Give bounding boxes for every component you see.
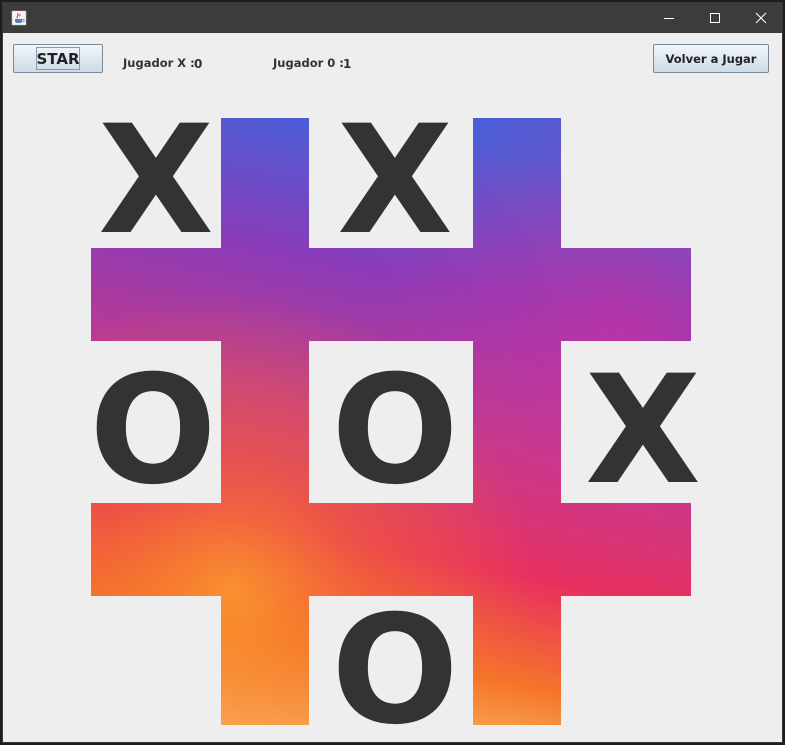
game-panel: STAR Jugador X : 0 Jugador 0 : 1 Volver … (3, 33, 782, 743)
app-window: STAR Jugador X : 0 Jugador 0 : 1 Volver … (2, 2, 783, 743)
board-cell[interactable] (561, 117, 691, 245)
board-cell[interactable]: X (578, 356, 708, 506)
board-cell[interactable]: O (325, 356, 465, 506)
board-cell[interactable]: O (325, 596, 465, 743)
board-cell[interactable] (91, 598, 221, 742)
close-icon[interactable] (738, 3, 782, 33)
title-bar[interactable] (3, 3, 782, 33)
board-cell[interactable]: X (91, 106, 221, 256)
board-cell[interactable] (561, 598, 691, 742)
java-cup-icon (11, 10, 27, 26)
board-cell[interactable]: X (330, 106, 460, 256)
maximize-icon[interactable] (692, 3, 738, 33)
board-cell[interactable]: O (83, 356, 223, 506)
minimize-icon[interactable] (646, 3, 692, 33)
